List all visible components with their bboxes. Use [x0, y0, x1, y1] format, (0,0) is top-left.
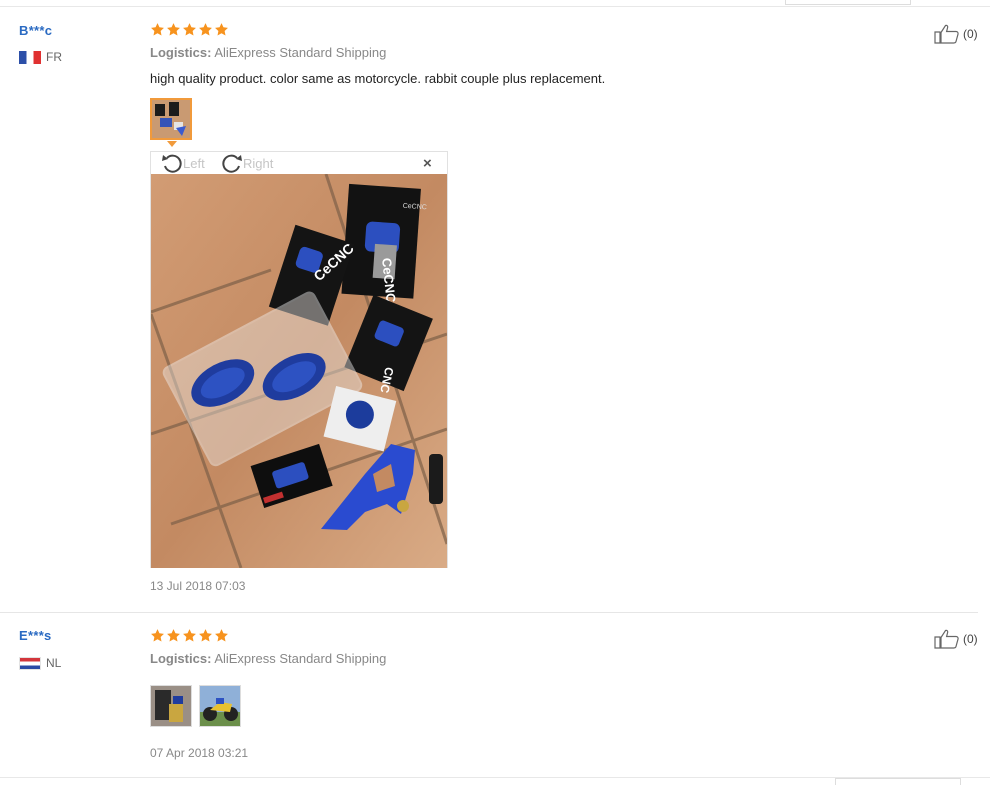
reviewer-name: B***c: [19, 23, 53, 38]
rotate-left-label: Left: [183, 155, 205, 171]
photo-viewer: Left Right × CeCNC CeCNC CeCNC CNC: [150, 151, 448, 568]
review-photo-thumbnail[interactable]: [199, 685, 241, 727]
star-icon: [150, 22, 165, 37]
netherlands-flag-icon: [19, 656, 41, 670]
rotate-right-label: Right: [243, 155, 274, 171]
country-code: NL: [46, 656, 62, 670]
logistics-label: Logistics:: [150, 45, 212, 60]
star-icon: [198, 628, 213, 643]
review-photo-thumbnail[interactable]: [150, 98, 192, 140]
rotate-left-button[interactable]: Left: [161, 153, 205, 173]
review-photo: CeCNC CeCNC CeCNC CNC: [151, 174, 447, 568]
logistics-label: Logistics:: [150, 651, 212, 666]
logistics-value: AliExpress Standard Shipping: [214, 45, 387, 60]
star-icon: [182, 22, 197, 37]
review-date: 07 Apr 2018 03:21: [150, 746, 249, 760]
close-viewer-button[interactable]: ×: [423, 155, 432, 172]
logistics-info: Logistics: AliExpress Standard Shipping: [150, 45, 386, 60]
review-item: E***s NL Logistics: AliExpress Standard …: [0, 612, 978, 778]
rotate-right-button[interactable]: Right: [221, 153, 273, 173]
logistics-value: AliExpress Standard Shipping: [214, 651, 387, 666]
review-text: high quality product. color same as moto…: [150, 71, 606, 86]
france-flag-icon: [19, 50, 41, 64]
reviewer-name: E***s: [19, 628, 52, 643]
star-rating: [150, 22, 229, 37]
thumbs-up-icon: [934, 24, 960, 44]
helpful-count: (0): [963, 632, 978, 646]
logistics-info: Logistics: AliExpress Standard Shipping: [150, 651, 386, 666]
review-item: B***c FR Logistics: AliExpress Standard …: [0, 0, 1000, 612]
reviewer-country: FR: [19, 50, 62, 64]
star-icon: [166, 628, 181, 643]
star-icon: [214, 22, 229, 37]
thumbs-up-icon: [934, 629, 960, 649]
star-icon: [198, 22, 213, 37]
star-icon: [182, 628, 197, 643]
rotate-left-icon: [162, 154, 182, 173]
country-code: FR: [46, 50, 62, 64]
active-thumbnail-pointer: [167, 141, 177, 147]
star-icon: [150, 628, 165, 643]
rotate-right-icon: [222, 154, 242, 173]
star-icon: [214, 628, 229, 643]
helpful-count: (0): [963, 27, 978, 41]
star-rating: [150, 628, 229, 643]
helpful-button[interactable]: (0): [934, 24, 978, 44]
review-photo-thumbnail[interactable]: [150, 685, 192, 727]
next-review-divider: [0, 777, 990, 785]
reviewer-country: NL: [19, 656, 61, 670]
helpful-button[interactable]: (0): [934, 629, 978, 649]
review-date: 13 Jul 2018 07:03: [150, 579, 246, 593]
star-icon: [166, 22, 181, 37]
photo-viewer-toolbar: Left Right ×: [151, 152, 447, 174]
